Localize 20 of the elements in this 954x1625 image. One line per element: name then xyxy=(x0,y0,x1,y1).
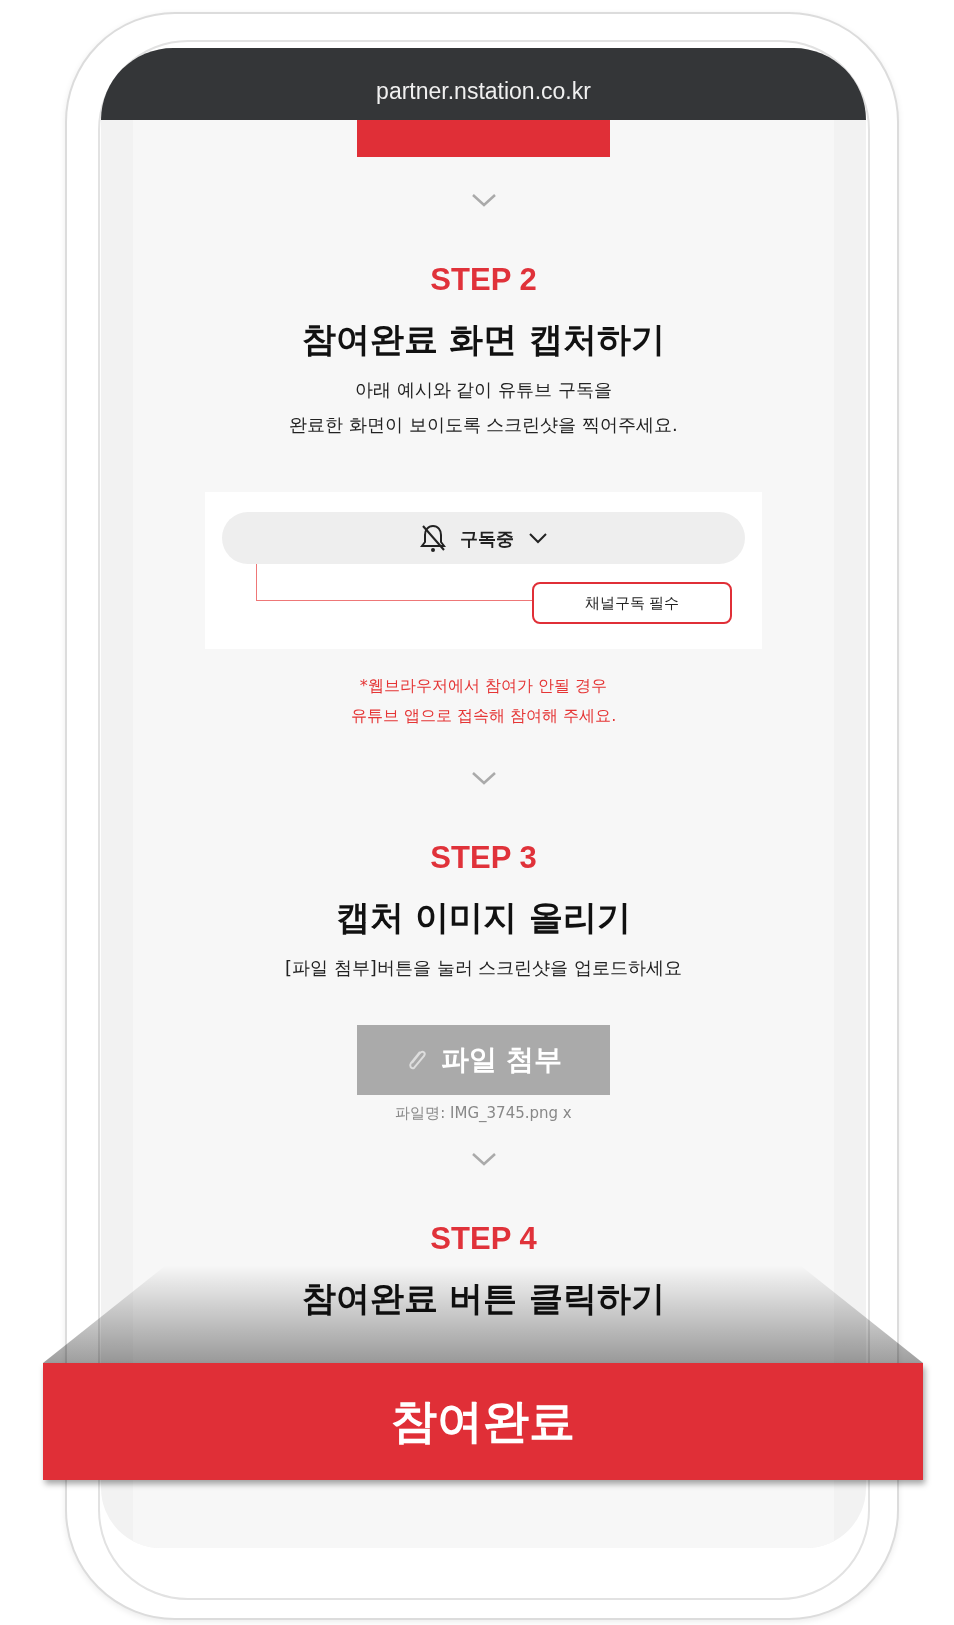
url-text: partner.nstation.co.kr xyxy=(376,76,591,106)
submit-button[interactable]: 참여완료 xyxy=(43,1363,923,1480)
callout-label: 채널구독 필수 xyxy=(532,582,732,624)
chevron-icon xyxy=(470,1152,497,1166)
step-label: STEP 4 xyxy=(430,1221,537,1257)
participate-button[interactable] xyxy=(357,120,610,157)
pill-label: 구독중 xyxy=(459,526,514,551)
step-title: 캡처 이미지 올리기 xyxy=(335,896,632,938)
bell-off-icon xyxy=(419,523,446,553)
step-label: STEP 2 xyxy=(430,262,537,298)
warning-note: *웹브라우저에서 참여가 안될 경우 유튜브 앱으로 접속해 참여해 주세요. xyxy=(350,675,617,727)
step-title: 참여완료 버튼 클릭하기 xyxy=(301,1277,666,1319)
step-description: 아래 예시와 같이 유튜브 구독을 완료한 화면이 보이도록 스크린샷을 찍어주세요. xyxy=(289,378,678,437)
chevron-icon xyxy=(470,771,497,785)
step-label: STEP 3 xyxy=(430,840,537,876)
file-name: 파일명: IMG_3745.png x xyxy=(395,1103,572,1124)
step-title: 참여완료 화면 캡처하기 xyxy=(301,318,666,360)
step-description: [파일 첨부]버튼을 눌러 스크린샷을 업로드하세요 xyxy=(285,956,682,980)
chevron-icon xyxy=(527,532,548,544)
chevron-icon xyxy=(470,193,497,207)
